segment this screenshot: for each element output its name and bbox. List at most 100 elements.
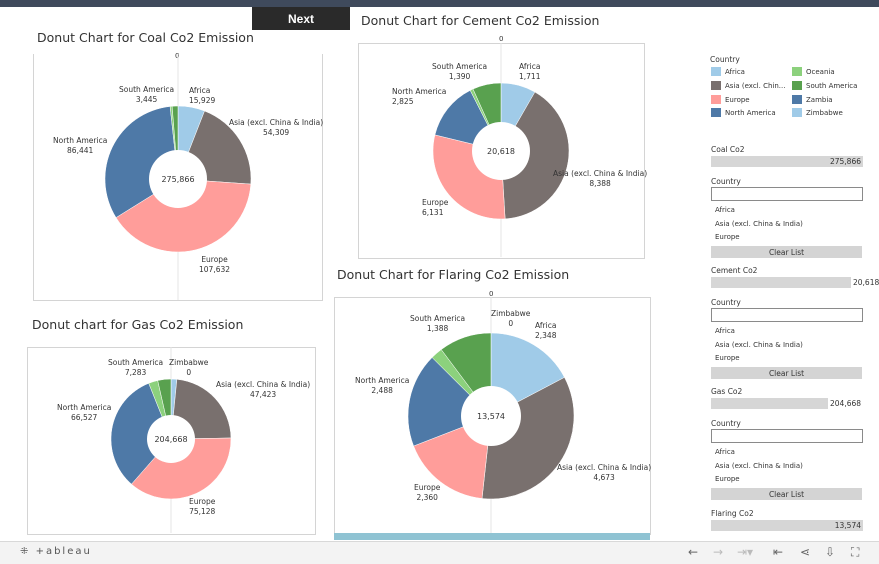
flaring-label-europe: Europe 2,360 bbox=[414, 483, 440, 503]
coal-label-na-name: North America bbox=[53, 136, 108, 145]
legend-swatch bbox=[711, 108, 721, 117]
country-list-item[interactable]: Asia (excl. China & India) bbox=[715, 220, 803, 228]
country-search-input[interactable] bbox=[711, 308, 863, 322]
gas-label-na-value: 66,527 bbox=[71, 413, 98, 422]
coal-label-europe: Europe 107,632 bbox=[199, 255, 230, 275]
donut-center-label: 13,574 bbox=[477, 412, 505, 421]
legend-swatch bbox=[711, 81, 721, 90]
next-button[interactable]: Next bbox=[252, 7, 350, 30]
clear-list-button[interactable]: Clear List bbox=[711, 246, 862, 258]
flaring-label-zim-value: 0 bbox=[508, 319, 514, 328]
legend-item[interactable]: Europe bbox=[711, 95, 750, 104]
legend-label: North America bbox=[725, 108, 776, 117]
clear-list-button[interactable]: Clear List bbox=[711, 488, 862, 500]
reset-icon[interactable]: ⇤ bbox=[773, 545, 783, 559]
country-search-input[interactable] bbox=[711, 187, 863, 201]
flaring-label-zimbabwe: Zimbabwe 0 bbox=[491, 309, 530, 329]
coal-label-na-value: 86,441 bbox=[67, 146, 94, 155]
country-filter-label: Country bbox=[711, 419, 741, 428]
donut-center-label: 20,618 bbox=[487, 147, 515, 156]
legend-item[interactable]: Zimbabwe bbox=[792, 108, 843, 117]
cement-chart-title: Donut Chart for Cement Co2 Emission bbox=[361, 13, 600, 28]
gas-label-south-america: South America 7,283 bbox=[108, 358, 163, 378]
flaring-label-africa-name: Africa bbox=[535, 321, 557, 330]
legend-label: Oceania bbox=[806, 67, 835, 76]
coal-label-europe-name: Europe bbox=[201, 255, 228, 264]
donut-center-label: 204,668 bbox=[154, 435, 187, 444]
legend-label: Africa bbox=[725, 67, 745, 76]
gas-label-zim-value: 0 bbox=[186, 368, 192, 377]
legend-item[interactable]: South America bbox=[792, 81, 857, 90]
cement-zero-label: 0 bbox=[499, 35, 504, 43]
legend-item[interactable]: Zambia bbox=[792, 95, 833, 104]
tableau-mark-icon: ⁜ bbox=[20, 546, 31, 557]
cement-label-sa-value: 1,390 bbox=[448, 72, 471, 81]
download-icon[interactable]: ⇩ bbox=[825, 545, 835, 559]
redo-icon[interactable]: → bbox=[713, 545, 723, 559]
tableau-logo: ⁜ +ableau bbox=[20, 546, 92, 557]
top-bar bbox=[0, 0, 879, 7]
flaring-label-zim-name: Zimbabwe bbox=[491, 309, 531, 318]
legend-label: South America bbox=[806, 81, 858, 90]
flaring-label-africa: Africa 2,348 bbox=[535, 321, 556, 341]
flaring-label-europe-name: Europe bbox=[414, 483, 441, 492]
coal-label-sa-name: South America bbox=[119, 85, 175, 94]
range-slider[interactable]: 204,668 bbox=[711, 398, 861, 409]
gas-label-europe-name: Europe bbox=[189, 497, 216, 506]
country-list-item[interactable]: Europe bbox=[715, 233, 740, 241]
cement-label-africa: Africa 1,711 bbox=[519, 62, 540, 82]
flaring-label-north-america: North America 2,488 bbox=[355, 376, 409, 396]
country-list-item[interactable]: Asia (excl. China & India) bbox=[715, 462, 803, 470]
filter-label: Flaring Co2 bbox=[711, 509, 754, 518]
clear-list-button[interactable]: Clear List bbox=[711, 367, 862, 379]
legend-label: Zimbabwe bbox=[806, 108, 843, 117]
range-slider[interactable]: 275,866 bbox=[711, 156, 863, 167]
legend-label: Zambia bbox=[806, 95, 833, 104]
revert-icon[interactable]: ⇥▾ bbox=[737, 545, 753, 559]
country-list-item[interactable]: Europe bbox=[715, 475, 740, 483]
filter-label: Coal Co2 bbox=[711, 145, 745, 154]
cement-label-north-america: North America 2,825 bbox=[392, 87, 446, 107]
legend-label: Europe bbox=[725, 95, 750, 104]
cement-label-south-america: South America 1,390 bbox=[432, 62, 487, 82]
gas-label-zim-name: Zimbabwe bbox=[169, 358, 209, 367]
flaring-label-africa-value: 2,348 bbox=[535, 331, 557, 340]
cement-label-na-name: North America bbox=[392, 87, 447, 96]
legend-item[interactable]: North America bbox=[711, 108, 776, 117]
range-slider[interactable]: 13,574 bbox=[711, 520, 863, 531]
coal-label-south-america: South America 3,445 bbox=[119, 85, 174, 105]
gas-label-europe: Europe 75,128 bbox=[189, 497, 215, 517]
share-icon[interactable]: ⋖ bbox=[800, 545, 810, 559]
flaring-donut-chart: 13,574 bbox=[407, 297, 575, 533]
country-list-item[interactable]: Asia (excl. China & India) bbox=[715, 341, 803, 349]
legend-item[interactable]: Oceania bbox=[792, 67, 835, 76]
scroll-strip bbox=[334, 533, 650, 540]
coal-label-africa-value: 15,929 bbox=[189, 96, 216, 105]
cement-label-asia-name: Asia (excl. China & India) bbox=[553, 169, 648, 178]
gas-label-asia: Asia (excl. China & India) 47,423 bbox=[216, 380, 310, 400]
country-list-item[interactable]: Africa bbox=[715, 206, 735, 214]
country-list-item[interactable]: Europe bbox=[715, 354, 740, 362]
undo-icon[interactable]: ← bbox=[688, 545, 698, 559]
legend-item[interactable]: Africa bbox=[711, 67, 745, 76]
coal-label-asia-value: 54,309 bbox=[262, 128, 290, 137]
flaring-label-asia-name: Asia (excl. China & India) bbox=[557, 463, 652, 472]
coal-label-north-america: North America 86,441 bbox=[53, 136, 107, 156]
country-search-input[interactable] bbox=[711, 429, 863, 443]
filter-label: Gas Co2 bbox=[711, 387, 743, 396]
country-list-item[interactable]: Africa bbox=[715, 448, 735, 456]
cement-label-europe-name: Europe bbox=[422, 198, 449, 207]
gas-label-zimbabwe: Zimbabwe 0 bbox=[169, 358, 208, 378]
fullscreen-icon[interactable]: ⛶ bbox=[851, 545, 859, 560]
country-list-item[interactable]: Africa bbox=[715, 327, 735, 335]
range-slider[interactable]: 20,618 bbox=[711, 277, 879, 288]
gas-chart-title: Donut chart for Gas Co2 Emission bbox=[32, 317, 244, 332]
legend-item[interactable]: Asia (excl. Chin... bbox=[711, 81, 785, 90]
range-value: 275,866 bbox=[829, 157, 861, 166]
filter-label: Cement Co2 bbox=[711, 266, 758, 275]
gas-label-europe-value: 75,128 bbox=[189, 507, 216, 516]
cement-label-africa-value: 1,711 bbox=[519, 72, 541, 81]
gas-label-sa-value: 7,283 bbox=[124, 368, 147, 377]
range-value: 204,668 bbox=[830, 399, 862, 408]
cement-label-europe: Europe 6,131 bbox=[422, 198, 448, 218]
